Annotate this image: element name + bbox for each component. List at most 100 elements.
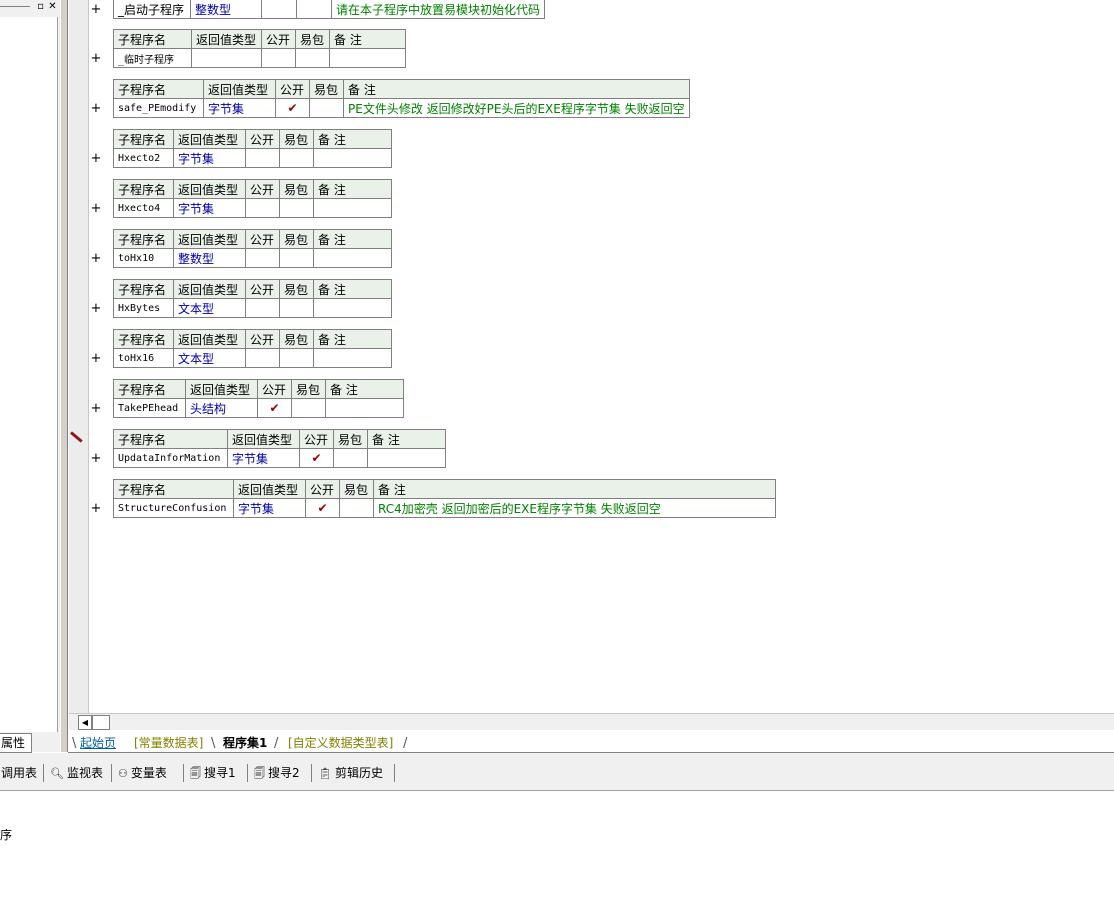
sub-remark[interactable] [313,198,392,218]
header-easy-pack: 易包 [279,129,314,149]
header-return-type: 返回值类型 [233,479,306,499]
sub-return-type[interactable]: 整数型 [173,248,246,268]
horizontal-scrollbar[interactable] [69,713,1114,730]
sub-remark[interactable] [313,298,392,318]
clip-history-button[interactable]: 📋︎ 剪辑历史 [318,765,383,781]
tab-custom-types[interactable]: [自定义数据类型表] [284,734,397,752]
sub-return-type[interactable]: 头结构 [185,398,258,418]
sub-remark[interactable]: 请在本子程序中放置易模块初始化代码 [330,0,546,19]
sub-return-type[interactable]: 字节集 [227,448,300,468]
search1-button[interactable]: 🗐︎ 搜寻1 [190,765,236,781]
expand-icon[interactable]: + [89,152,103,166]
sub-name[interactable]: StructureConfusion [113,498,234,518]
search2-button[interactable]: 🗐︎ 搜寻2 [254,765,300,781]
sub-public[interactable]: ✔ [305,498,340,518]
sub-remark[interactable] [367,448,446,468]
expand-icon[interactable]: + [89,202,103,216]
bottom-toolbar [0,753,1114,791]
sub-remark[interactable] [313,148,392,168]
expand-icon[interactable]: + [89,302,103,316]
call-table-button[interactable]: 调用表 [1,765,37,781]
sub-easypack[interactable] [296,0,332,19]
sub-public[interactable] [245,348,280,368]
sub-easypack[interactable] [279,348,314,368]
sub-public[interactable] [245,198,280,218]
sub-name[interactable]: _临时子程序 [113,48,192,68]
expand-icon[interactable]: + [89,502,103,516]
sub-name[interactable]: _启动子程序 [113,0,191,19]
sub-easypack[interactable] [279,198,314,218]
sub-table: _启动子程序 整数型 请在本子程序中放置易模块初始化代码 [113,0,546,19]
scroll-left-icon[interactable]: ◀ [78,715,92,730]
header-public: 公开 [245,179,280,199]
sub-public[interactable] [261,0,297,19]
expand-icon[interactable]: + [89,102,103,116]
header-name: 子程序名 [113,279,174,299]
sub-return-type[interactable] [191,48,262,68]
sub-return-type[interactable]: 字节集 [173,198,246,218]
expand-icon[interactable]: + [89,252,103,266]
sub-remark[interactable] [329,48,406,68]
expand-icon[interactable]: + [89,402,103,416]
toolbar-separator [247,764,248,782]
sub-return-type[interactable]: 文本型 [173,298,246,318]
sub-name[interactable]: toHx16 [113,348,174,368]
sub-public[interactable] [245,298,280,318]
sub-public[interactable] [245,148,280,168]
expand-icon[interactable]: + [89,352,103,366]
sub-remark[interactable] [313,248,392,268]
sub-remark[interactable] [313,348,392,368]
sub-public[interactable] [261,48,296,68]
sub-easypack[interactable] [295,48,330,68]
sub-return-type[interactable]: 整数型 [190,0,262,19]
variables-button[interactable]: ⚇ 变量表 [118,765,167,781]
sub-easypack[interactable] [309,98,344,118]
sub-remark[interactable] [325,398,404,418]
tab-separator-icon: / [274,736,279,751]
sub-return-type[interactable]: 字节集 [203,98,276,118]
header-remark: 备 注 [367,429,446,449]
sub-return-type[interactable]: 文本型 [173,348,246,368]
sub-easypack[interactable] [333,448,368,468]
close-icon[interactable]: ✕ [47,1,58,12]
tab-program-set[interactable]: 程序集1 [219,734,272,752]
tab-constants[interactable]: [常量数据表] [130,734,207,752]
sub-name[interactable]: toHx10 [113,248,174,268]
sub-public[interactable] [245,248,280,268]
sub-name[interactable]: TakePEhead [113,398,186,418]
sub-name[interactable]: Hxecto4 [113,198,174,218]
watch-button[interactable]: 🔍︎ 监视表 [50,765,103,781]
header-public: 公开 [257,379,292,399]
expand-icon[interactable]: + [89,52,103,66]
sub-remark[interactable]: RC4加密壳 返回加密后的EXE程序字节集 失败返回空 [373,498,776,518]
expand-icon[interactable]: + [89,452,103,466]
panel-title-line [0,6,30,7]
sub-name[interactable]: HxBytes [113,298,174,318]
sub-public[interactable]: ✔ [299,448,334,468]
sub-name[interactable]: Hxecto2 [113,148,174,168]
sub-easypack[interactable] [279,298,314,318]
sub-easypack[interactable] [291,398,326,418]
header-public: 公开 [299,429,334,449]
sub-remark[interactable]: PE文件头修改 返回修改好PE头后的EXE程序字节集 失败返回空 [343,98,690,118]
sub-name[interactable]: UpdataInforMation [113,448,228,468]
header-name: 子程序名 [113,29,192,49]
properties-tab[interactable]: 属性 [0,733,32,753]
tab-start-page[interactable]: 起始页 [76,734,120,752]
sub-easypack[interactable] [279,248,314,268]
search1-label: 搜寻1 [204,766,236,780]
sub-public[interactable]: ✔ [257,398,292,418]
sub-name[interactable]: safe_PEmodify [113,98,204,118]
sub-return-type[interactable]: 字节集 [173,148,246,168]
header-remark: 备 注 [313,329,392,349]
sub-easypack[interactable] [279,148,314,168]
header-name: 子程序名 [113,429,228,449]
sub-easypack[interactable] [339,498,374,518]
scroll-thumb[interactable] [92,715,110,730]
sub-return-type[interactable]: 字节集 [233,498,306,518]
panel-splitter[interactable] [60,0,68,752]
restore-icon[interactable]: ▫ [35,1,46,12]
sub-public[interactable]: ✔ [275,98,310,118]
expand-icon[interactable]: + [89,3,103,17]
search-document-icon: 🗐︎ [254,767,265,780]
